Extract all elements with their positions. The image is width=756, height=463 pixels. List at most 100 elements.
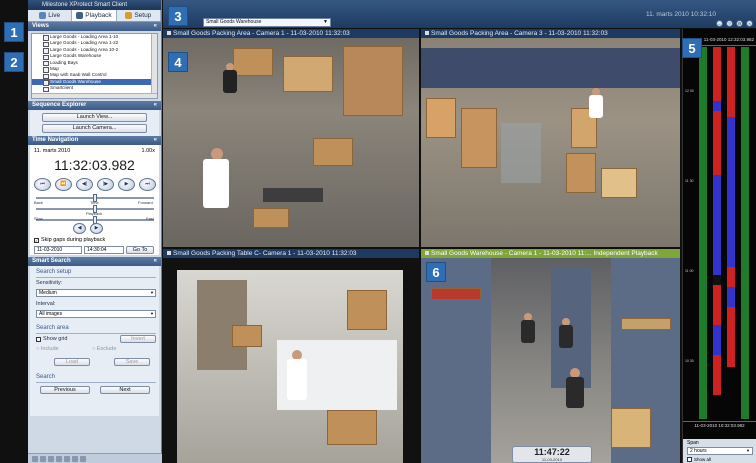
launch-camera-button[interactable]: Launch Camera... — [42, 124, 147, 133]
previous-button[interactable]: Previous — [40, 386, 90, 394]
timeline-track[interactable] — [699, 47, 707, 419]
camera-view-2[interactable]: Small Goods Packing Area - Camera 3 - 11… — [421, 29, 680, 247]
callout-badge-3: 3 — [168, 6, 188, 26]
camera-icon — [39, 12, 47, 19]
tool-icon[interactable] — [48, 455, 54, 462]
timeline-track[interactable] — [727, 47, 735, 419]
tool-icon[interactable] — [72, 455, 78, 462]
skip-gaps-row: ✓ Skip gaps during playback — [34, 237, 105, 243]
sensitivity-value: Medium — [39, 290, 57, 296]
tool-icon[interactable] — [32, 455, 38, 462]
shelving — [421, 48, 680, 88]
skip-gaps-checkbox[interactable]: ✓ — [34, 237, 39, 243]
recording-segment — [699, 47, 707, 419]
search-area-title: Search area — [36, 325, 69, 331]
invert-button[interactable]: Invert — [120, 335, 156, 343]
timeline-hour-label: 12 00 — [685, 89, 694, 93]
speed-slider[interactable] — [36, 216, 154, 224]
fast-label: Fast — [146, 216, 154, 221]
time-navigation-header[interactable]: Time Navigation « — [28, 136, 161, 145]
camera-title: Small Goods Packing Area - Camera 1 - 11… — [163, 29, 419, 38]
load-button[interactable]: Load — [54, 358, 90, 366]
sequence-explorer-header[interactable]: Sequence Explorer « — [28, 101, 161, 110]
views-vertical-scrollbar[interactable] — [151, 34, 157, 98]
camera-view-3[interactable]: Small Goods Packing Table C- Camera 1 - … — [163, 249, 419, 463]
step-back-button[interactable]: ◀ — [73, 223, 86, 234]
minimize-icon[interactable]: – — [716, 20, 723, 27]
tool-icon[interactable] — [64, 455, 70, 462]
time-slider[interactable] — [36, 194, 154, 202]
smart-search-panel: Search setup Sensitivity: Medium ▼ Interv… — [30, 266, 159, 416]
top-icons: – ? ⚙ × — [716, 20, 753, 27]
tool-icon[interactable] — [80, 455, 86, 462]
tree-item[interactable]: Smartclient — [32, 85, 157, 93]
goto-row: 11-03-2010 14:30:04 Go To — [34, 246, 154, 254]
camera-view-4[interactable]: Small Goods Warehouse - Camera 1 - 11-03… — [421, 249, 680, 463]
previous-sequence-button[interactable]: ⏪ — [55, 178, 72, 191]
views-tree[interactable]: Large Goods - Loading Area 1-10 Large Go… — [31, 33, 158, 99]
camera-title: Small Goods Packing Table C- Camera 1 - … — [163, 249, 419, 258]
tool-icon[interactable] — [56, 455, 62, 462]
callout-badge-5: 5 — [682, 38, 702, 58]
timeline-hour-label: 11 00 — [685, 269, 694, 273]
recording-segment — [713, 285, 721, 325]
views-horizontal-scrollbar[interactable] — [32, 93, 157, 98]
box — [347, 290, 387, 330]
camera-image — [421, 258, 680, 463]
skip-start-button[interactable]: ⏮ — [34, 178, 51, 191]
tab-live[interactable]: Live — [28, 10, 73, 21]
skip-end-button[interactable]: ⏭ — [139, 178, 156, 191]
timeline-track[interactable] — [713, 47, 721, 419]
next-button[interactable]: Next — [100, 386, 150, 394]
view-select[interactable]: Small Goods Warehouse ▼ — [203, 18, 331, 27]
show-grid-row: Show grid — [36, 336, 67, 342]
span-select[interactable]: 2 hours ▼ — [687, 447, 753, 455]
include-radio[interactable]: ○ Include — [36, 346, 59, 352]
person — [521, 313, 535, 343]
recording-segment — [727, 267, 735, 287]
span-checkbox[interactable] — [687, 457, 692, 462]
span-checkbox-row: Show all — [687, 457, 711, 462]
span-value: 2 hours — [690, 448, 707, 454]
camera-title-text: Small Goods Packing Area - Camera 1 - 11… — [173, 30, 350, 37]
sensitivity-select[interactable]: Medium ▼ — [36, 289, 156, 297]
show-grid-checkbox[interactable] — [36, 336, 41, 342]
timeline[interactable]: 11-03-2010 12:32:03.982 12 00 11 30 11 0… — [682, 29, 756, 439]
interval-select[interactable]: All images ▼ — [36, 310, 156, 318]
options-icon[interactable]: ⚙ — [736, 20, 743, 27]
callout-badge-2: 2 — [4, 52, 24, 72]
help-icon[interactable]: ? — [726, 20, 733, 27]
save-button[interactable]: Save — [114, 358, 150, 366]
tab-setup[interactable]: Setup — [117, 10, 161, 21]
status-icon — [167, 31, 171, 35]
close-icon[interactable]: × — [746, 20, 753, 27]
previous-frame-button[interactable]: ◀| — [76, 178, 93, 191]
tool-icon[interactable] — [40, 455, 46, 462]
tab-live-label: Live — [48, 12, 61, 19]
smart-search-header[interactable]: Smart Search « — [28, 257, 161, 266]
tab-playback[interactable]: Playback — [72, 10, 117, 21]
exclude-radio[interactable]: ○ Exclude — [92, 346, 116, 352]
goto-time-field[interactable]: 14:30:04 — [84, 246, 124, 254]
next-frame-button[interactable]: |▶ — [97, 178, 114, 191]
views-header[interactable]: Views « — [28, 22, 161, 31]
box — [621, 318, 671, 330]
goto-date-field[interactable]: 11-03-2010 — [34, 246, 82, 254]
goto-button[interactable]: Go To — [126, 246, 154, 254]
slow-label: Slow — [34, 216, 43, 221]
step-forward-button[interactable]: ▶ — [90, 223, 103, 234]
playback-icon — [76, 12, 84, 19]
person — [203, 148, 229, 208]
launch-view-button[interactable]: Launch View... — [42, 113, 147, 122]
recording-segment — [727, 307, 735, 367]
playback-slider[interactable] — [36, 205, 154, 213]
camera-view-1[interactable]: Small Goods Packing Area - Camera 1 - 11… — [163, 29, 419, 247]
divider — [36, 277, 156, 278]
smart-search-label: Smart Search — [32, 258, 71, 264]
timeline-track[interactable] — [741, 47, 749, 419]
timeline-hour-label: 11 30 — [685, 179, 694, 183]
play-button[interactable]: ▶ — [118, 178, 135, 191]
chevron-down-icon: ▼ — [150, 290, 154, 295]
playback-overlay-clock: 11:47:22 11-03-2010 — [512, 446, 592, 463]
divider — [36, 333, 156, 334]
